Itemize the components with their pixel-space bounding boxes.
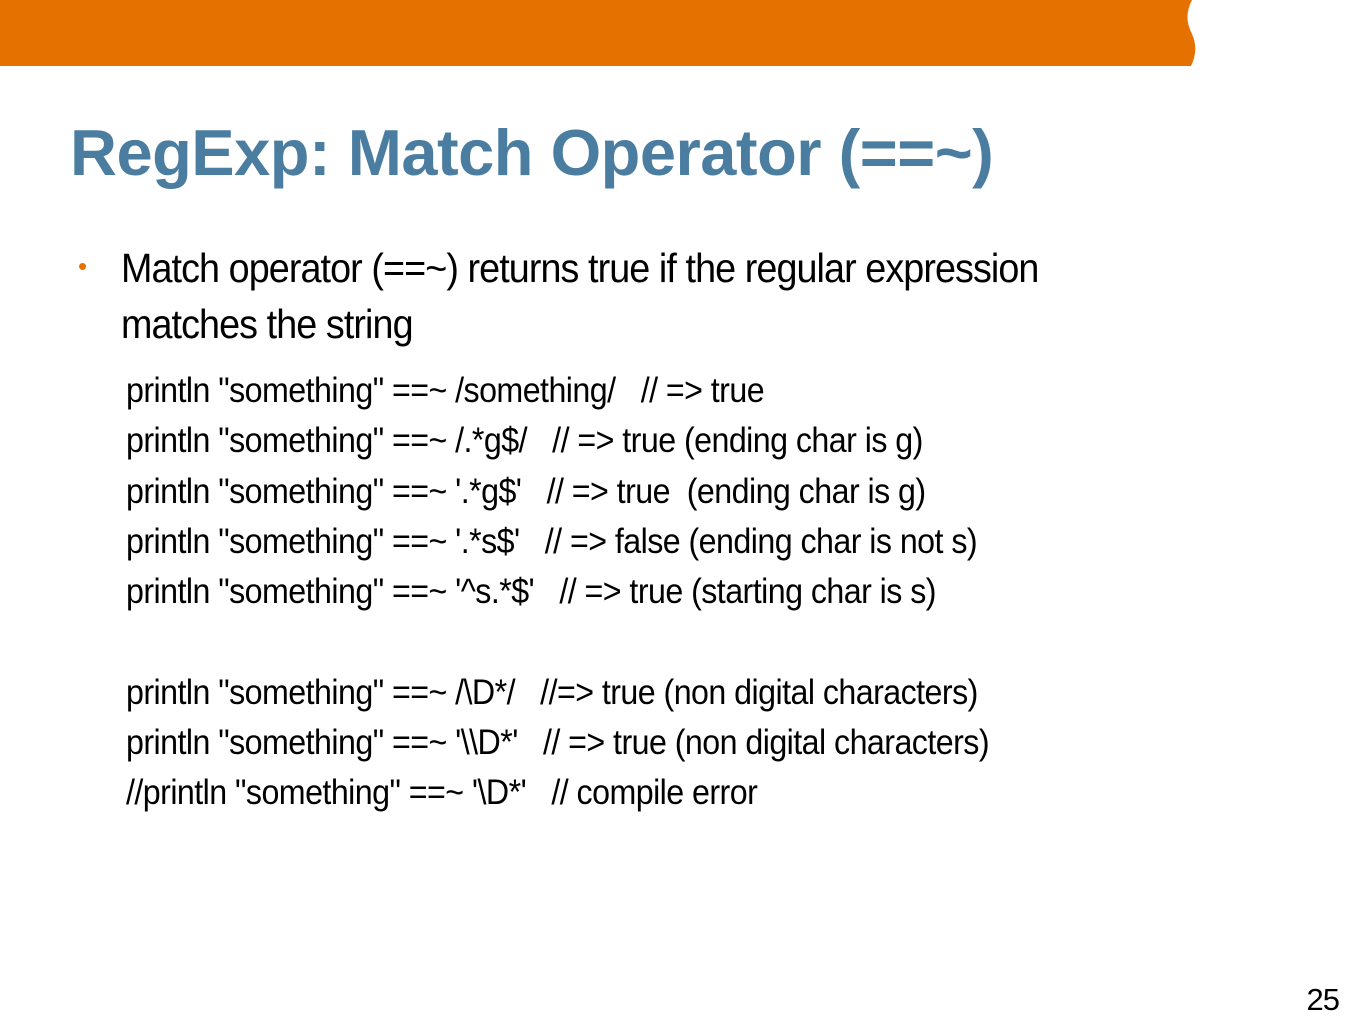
slide-title: RegExp: Match Operator (==~): [70, 116, 994, 189]
code-line: println "something" ==~ '^s.*$' // => tr…: [126, 572, 936, 612]
header-band-shape: [0, 0, 1196, 66]
code-line: println "something" ==~ '.*g$' // => tru…: [126, 471, 926, 511]
code-line: println "something" ==~ '.*s$' // => fal…: [126, 521, 978, 561]
bullet-marker: •: [78, 251, 88, 281]
slide: RegExp: Match Operator (==~) • Match ope…: [0, 0, 1370, 1028]
code-line: println "something" ==~ '\\D*' // => tru…: [126, 723, 990, 763]
header-band: [0, 0, 1200, 66]
code-line: //println "something" ==~ '\D*' // compi…: [126, 773, 758, 813]
code-line: println "something" ==~ /something/ // =…: [126, 371, 765, 410]
code-line: println "something" ==~ /.*g$/ // => tru…: [126, 421, 923, 461]
code-line: println "something" ==~ /\D*/ //=> true …: [126, 672, 978, 712]
bullet-text: Match operator (==~) returns true if the…: [121, 245, 1039, 347]
code-block: println "something" ==~ /something/ // =…: [126, 366, 1226, 819]
page-number: 25: [1306, 982, 1340, 1017]
